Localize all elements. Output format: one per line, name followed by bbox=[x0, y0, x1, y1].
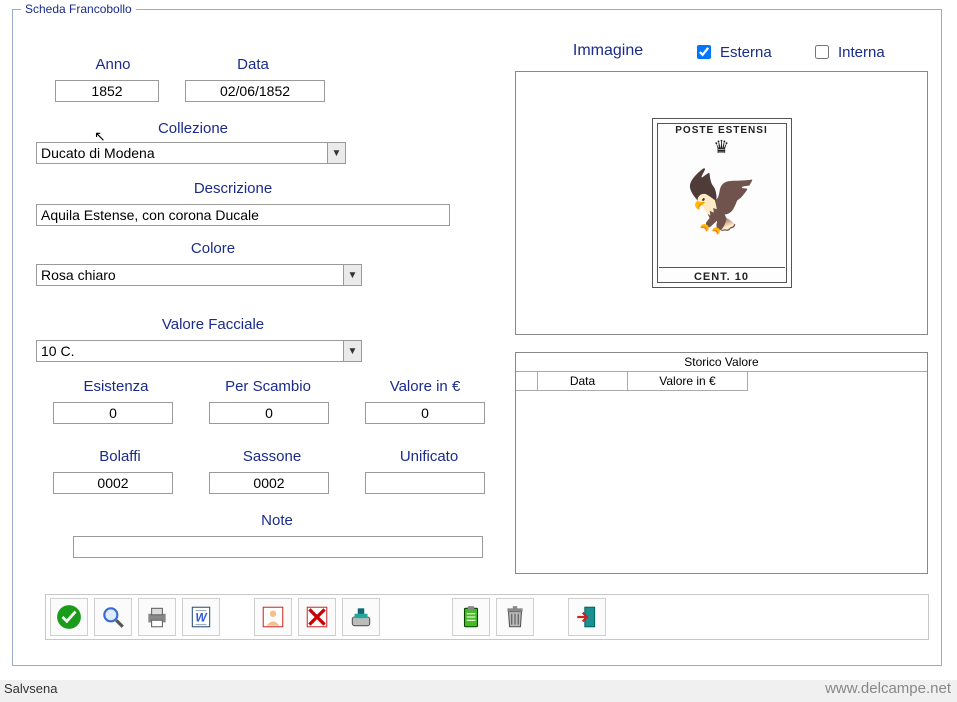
history-col-valore: Valore in € bbox=[628, 372, 748, 391]
search-button[interactable] bbox=[94, 598, 132, 636]
label-sassone: Sassone bbox=[227, 448, 317, 465]
status-bar-text: Salvsena bbox=[4, 681, 57, 696]
bolaffi-input[interactable] bbox=[53, 472, 173, 494]
stamp-image-area: POSTE ESTENSI ♛ 🦅 CENT. 10 bbox=[515, 71, 928, 335]
data-input[interactable] bbox=[185, 80, 325, 102]
anno-input[interactable] bbox=[55, 80, 159, 102]
trash-button[interactable] bbox=[496, 598, 534, 636]
delete-image-icon bbox=[304, 604, 330, 630]
collezione-value: Ducato di Modena bbox=[37, 145, 327, 161]
label-descrizione: Descrizione bbox=[173, 180, 293, 197]
chevron-down-icon[interactable]: ▼ bbox=[327, 143, 345, 163]
colore-select[interactable]: Rosa chiaro ▼ bbox=[36, 264, 362, 286]
eagle-icon: 🦅 bbox=[684, 172, 759, 232]
esistenza-input[interactable] bbox=[53, 402, 173, 424]
word-doc-icon: W bbox=[188, 604, 214, 630]
watermark-text: www.delcampe.net bbox=[825, 680, 951, 697]
chevron-down-icon[interactable]: ▼ bbox=[343, 341, 361, 361]
sassone-input[interactable] bbox=[209, 472, 329, 494]
trash-icon bbox=[502, 604, 528, 630]
per-scambio-input[interactable] bbox=[209, 402, 329, 424]
label-colore: Colore bbox=[173, 240, 253, 257]
chevron-down-icon[interactable]: ▼ bbox=[343, 265, 361, 285]
esterna-checkbox-input[interactable] bbox=[697, 45, 711, 59]
stamp-bottom-text: CENT. 10 bbox=[659, 267, 785, 283]
value-history-grid[interactable]: Storico Valore Data Valore in € bbox=[515, 352, 928, 574]
label-valore-eur: Valore in € bbox=[365, 378, 485, 395]
bottom-toolbar: W bbox=[45, 594, 929, 640]
label-valore-facciale: Valore Facciale bbox=[123, 316, 303, 333]
clipboard-icon bbox=[458, 604, 484, 630]
interna-checkbox-input[interactable] bbox=[815, 45, 829, 59]
scanner-icon bbox=[348, 604, 374, 630]
exit-door-icon bbox=[574, 604, 600, 630]
ok-button[interactable] bbox=[50, 598, 88, 636]
label-immagine: Immagine bbox=[553, 42, 663, 60]
esterna-checkbox[interactable]: Esterna bbox=[693, 42, 772, 62]
note-input[interactable] bbox=[73, 536, 483, 558]
colore-value: Rosa chiaro bbox=[37, 267, 343, 283]
interna-checkbox[interactable]: Interna bbox=[811, 42, 885, 62]
label-esistenza: Esistenza bbox=[61, 378, 171, 395]
descrizione-input[interactable] bbox=[36, 204, 450, 226]
person-image-button[interactable] bbox=[254, 598, 292, 636]
valore-eur-input[interactable] bbox=[365, 402, 485, 424]
printer-icon bbox=[144, 604, 170, 630]
valore-facciale-select[interactable]: 10 C. ▼ bbox=[36, 340, 362, 362]
history-title: Storico Valore bbox=[516, 353, 927, 372]
collezione-select[interactable]: Ducato di Modena ▼ bbox=[36, 142, 346, 164]
history-col-blank bbox=[516, 372, 538, 391]
label-per-scambio: Per Scambio bbox=[203, 378, 333, 395]
label-collezione: Collezione bbox=[133, 120, 253, 137]
ok-icon bbox=[56, 604, 82, 630]
person-photo-icon bbox=[260, 604, 286, 630]
scanner-button[interactable] bbox=[342, 598, 380, 636]
frame-legend: Scheda Francobollo bbox=[21, 2, 136, 16]
interna-label: Interna bbox=[838, 44, 885, 61]
history-col-data: Data bbox=[538, 372, 628, 391]
delete-image-button[interactable] bbox=[298, 598, 336, 636]
valore-facciale-value: 10 C. bbox=[37, 343, 343, 359]
stamp-card-frame: Scheda Francobollo Anno Data Collezione … bbox=[12, 2, 942, 666]
word-export-button[interactable]: W bbox=[182, 598, 220, 636]
label-bolaffi: Bolaffi bbox=[75, 448, 165, 465]
svg-text:W: W bbox=[195, 610, 208, 624]
crown-icon: ♛ bbox=[653, 137, 791, 158]
label-note: Note bbox=[237, 512, 317, 529]
label-anno: Anno bbox=[73, 56, 153, 73]
clipboard-button[interactable] bbox=[452, 598, 490, 636]
stamp-top-text: POSTE ESTENSI bbox=[675, 125, 767, 136]
stamp-image: POSTE ESTENSI ♛ 🦅 CENT. 10 bbox=[652, 118, 792, 288]
label-unificato: Unificato bbox=[379, 448, 479, 465]
exit-button[interactable] bbox=[568, 598, 606, 636]
magnifier-icon bbox=[100, 604, 126, 630]
unificato-input[interactable] bbox=[365, 472, 485, 494]
print-button[interactable] bbox=[138, 598, 176, 636]
esterna-label: Esterna bbox=[720, 44, 772, 61]
label-data: Data bbox=[213, 56, 293, 73]
history-header-row: Data Valore in € bbox=[516, 372, 927, 391]
